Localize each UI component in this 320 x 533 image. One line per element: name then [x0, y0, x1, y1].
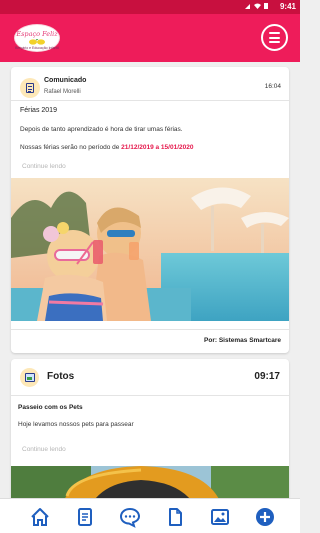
espaco-feliz-logo[interactable]: Espaço Feliz Berçário e Educação Infanti… — [14, 24, 60, 52]
logo-tagline: Berçário e Educação Infantil — [15, 46, 59, 50]
add-circle-icon[interactable] — [254, 506, 276, 528]
card-divider — [11, 100, 289, 101]
playground-tunnel-photo[interactable] — [11, 466, 289, 498]
signal-wifi-battery-icons — [245, 3, 268, 9]
card-divider — [11, 395, 289, 396]
children-at-pool-photo[interactable] — [11, 178, 289, 321]
feed-card-comunicado[interactable]: Comunicado Rafael Morelli 16:04 Férias 2… — [11, 67, 289, 353]
hamburger-menu-icon[interactable] — [261, 24, 288, 51]
document-icon — [20, 78, 40, 98]
card-type-label: Fotos — [47, 371, 75, 382]
card-author: Rafael Morelli — [44, 89, 81, 95]
post-byline: Por: Sistemas Smartcare — [204, 337, 281, 344]
logo-name: Espaço Feliz — [16, 30, 58, 38]
card-time: 16:04 — [264, 83, 281, 90]
card-divider — [11, 329, 289, 330]
notice-document-icon[interactable] — [74, 506, 96, 528]
app-bar: Espaço Feliz Berçário e Educação Infanti… — [0, 14, 300, 62]
vacation-dates: 21/12/2019 a 15/01/2020 — [121, 144, 194, 151]
image-icon[interactable] — [209, 506, 231, 528]
feed-list[interactable]: Comunicado Rafael Morelli 16:04 Férias 2… — [0, 62, 300, 498]
lemons-icon — [29, 39, 45, 45]
status-icons — [244, 2, 270, 12]
status-time: 9:41 — [279, 2, 296, 11]
continue-reading-link[interactable]: Continue lendo — [22, 163, 66, 170]
file-icon[interactable] — [164, 506, 186, 528]
post-body-line-2: Nossas férias serão no período de 21/12/… — [20, 144, 194, 151]
post-description: Hoje levamos nossos pets para passear — [18, 421, 134, 428]
continue-reading-link[interactable]: Continue lendo — [22, 446, 66, 453]
post-title: Férias 2019 — [20, 107, 57, 114]
card-type-label: Comunicado — [44, 77, 87, 84]
post-title: Passeio com os Pets — [18, 404, 83, 411]
card-time: 09:17 — [254, 371, 280, 382]
home-icon[interactable] — [29, 506, 51, 528]
chat-bubble-icon[interactable] — [119, 506, 141, 528]
post-body-line-1: Depois de tanto aprendizado é hora de ti… — [20, 126, 183, 133]
photo-album-icon — [20, 368, 39, 387]
bottom-navigation — [0, 498, 300, 533]
status-bar: 9:41 — [0, 0, 300, 14]
feed-card-fotos[interactable]: Fotos 09:17 Passeio com os Pets Hoje lev… — [11, 359, 289, 498]
